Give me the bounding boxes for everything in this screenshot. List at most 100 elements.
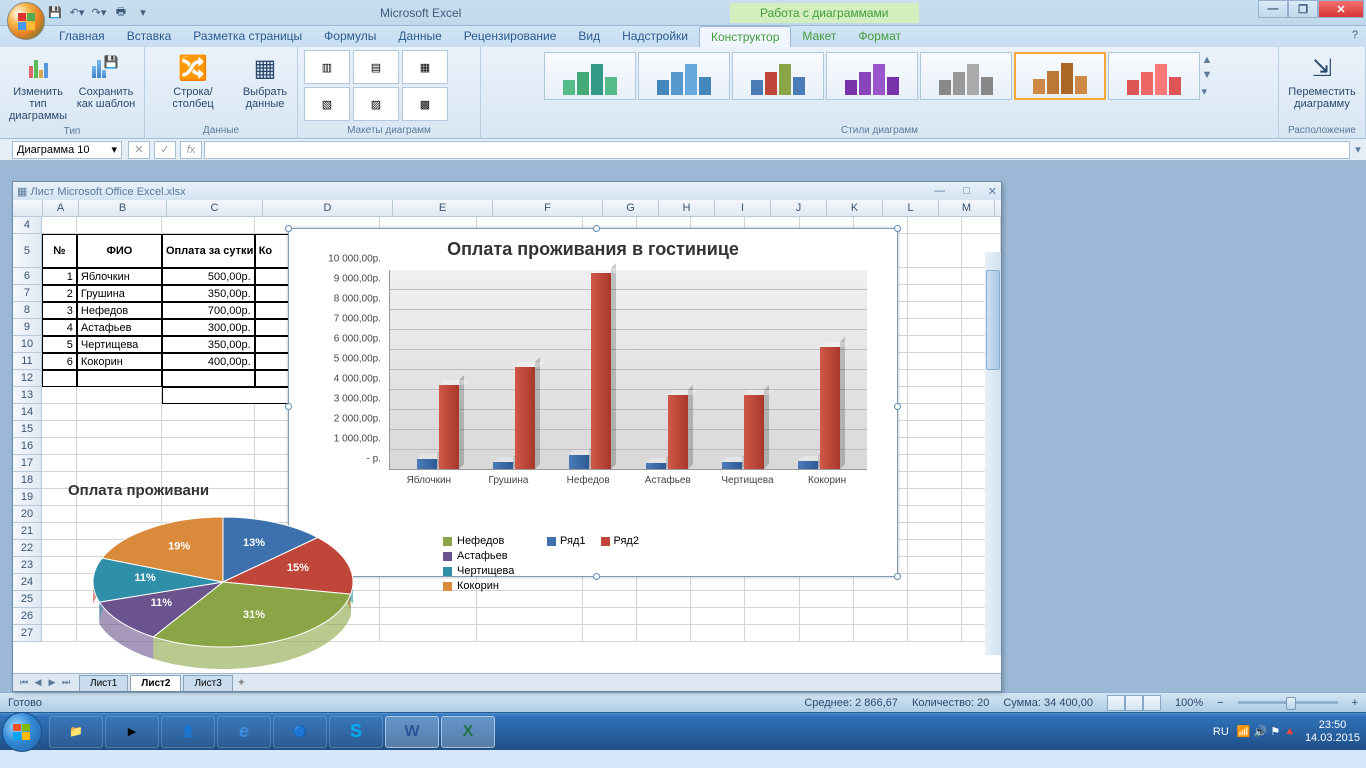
restore-button[interactable]: ❐: [1288, 0, 1318, 18]
vertical-scrollbar[interactable]: [985, 252, 1001, 655]
chart-style-item[interactable]: [920, 52, 1012, 100]
minimize-button[interactable]: —: [1258, 0, 1288, 18]
workbook-titlebar[interactable]: ▦ Лист Microsoft Office Excel.xlsx — □ ✕: [13, 182, 1001, 200]
horizontal-scrollbar[interactable]: [266, 676, 1001, 690]
enter-icon[interactable]: ✓: [154, 141, 176, 159]
column-headers[interactable]: ABCDEFGHIJKLM: [13, 200, 1001, 217]
tab-pagelayout[interactable]: Разметка страницы: [182, 26, 313, 47]
tab-review[interactable]: Рецензирование: [453, 26, 568, 47]
formula-input[interactable]: [204, 141, 1350, 159]
new-sheet-icon[interactable]: ✦: [237, 676, 246, 689]
task-user[interactable]: 👤: [161, 716, 215, 748]
chart-style-item[interactable]: [544, 52, 636, 100]
tray-icons[interactable]: 📶 🔊 ⚑ 🔺: [1237, 725, 1297, 738]
prev-sheet-icon[interactable]: ◀: [31, 677, 45, 688]
tab-view[interactable]: Вид: [567, 26, 611, 47]
group-styles: ▲▼▾ Стили диаграмм: [481, 47, 1279, 138]
tab-design[interactable]: Конструктор: [699, 26, 791, 47]
task-excel[interactable]: X: [441, 716, 495, 748]
undo-icon[interactable]: ↶▾: [70, 6, 84, 20]
wb-maximize-icon[interactable]: □: [963, 185, 970, 198]
task-explorer[interactable]: 📁: [49, 716, 103, 748]
start-button[interactable]: [2, 712, 42, 752]
switch-rowcol-button[interactable]: 🔀 Строка/столбец: [151, 50, 235, 112]
pie-chart: 13%15%31%11%11%19%: [68, 507, 388, 673]
svg-text:31%: 31%: [243, 609, 265, 621]
app-title: Microsoft Excel: [380, 6, 461, 20]
name-box[interactable]: Диаграмма 10▾: [12, 141, 122, 159]
svg-text:11%: 11%: [151, 597, 173, 609]
task-skype[interactable]: S: [329, 716, 383, 748]
change-chart-type-button[interactable]: Изменить тип диаграммы: [6, 50, 70, 124]
qat-more-icon[interactable]: ▾: [136, 6, 150, 20]
close-button[interactable]: ✕: [1318, 0, 1364, 18]
tab-format[interactable]: Формат: [847, 26, 912, 47]
cancel-icon[interactable]: ✕: [128, 141, 150, 159]
lang-indicator[interactable]: RU: [1213, 726, 1229, 738]
status-sum: Сумма: 34 400,00: [1003, 697, 1093, 709]
sheet-tab[interactable]: Лист3: [183, 675, 232, 691]
print-icon[interactable]: 🖶: [114, 6, 128, 20]
svg-text:11%: 11%: [134, 572, 156, 584]
svg-text:13%: 13%: [243, 537, 265, 549]
status-average: Среднее: 2 866,67: [804, 697, 898, 709]
group-type: Изменить тип диаграммы 💾 Сохранить как ш…: [0, 47, 145, 138]
view-pagebreak-icon[interactable]: [1143, 695, 1161, 711]
tab-layout[interactable]: Макет: [791, 26, 847, 47]
office-button[interactable]: [7, 2, 45, 40]
tab-home[interactable]: Главная: [48, 26, 116, 47]
view-normal-icon[interactable]: [1107, 695, 1125, 711]
chart-style-item[interactable]: [826, 52, 918, 100]
chart-style-item[interactable]: [638, 52, 730, 100]
tray-clock[interactable]: 23:5014.03.2015: [1305, 719, 1360, 745]
workspace: ▦ Лист Microsoft Office Excel.xlsx — □ ✕…: [0, 161, 1366, 692]
zoom-level[interactable]: 100%: [1175, 697, 1203, 709]
save-icon[interactable]: 💾: [48, 6, 62, 20]
expand-formula-icon[interactable]: ▾: [1350, 143, 1366, 156]
chart-plot[interactable]: [389, 270, 867, 470]
group-layouts: ▥ ▤ ▦ ▧ ▨ ▩ Макеты диаграмм: [298, 47, 481, 138]
tab-data[interactable]: Данные: [387, 26, 452, 47]
task-ie[interactable]: e: [217, 716, 271, 748]
wb-close-icon[interactable]: ✕: [988, 185, 997, 198]
layout-item[interactable]: ▤: [353, 50, 399, 84]
zoom-out-icon[interactable]: −: [1217, 697, 1223, 709]
fx-icon[interactable]: fx: [180, 141, 202, 159]
zoom-slider[interactable]: [1238, 701, 1338, 704]
layout-item[interactable]: ▩: [402, 87, 448, 121]
tab-formulas[interactable]: Формулы: [313, 26, 387, 47]
tab-addins[interactable]: Надстройки: [611, 26, 699, 47]
chart-style-item[interactable]: [732, 52, 824, 100]
tab-insert[interactable]: Вставка: [116, 26, 183, 47]
pie-title: Оплата проживани: [68, 482, 418, 499]
layout-item[interactable]: ▧: [304, 87, 350, 121]
y-axis: - р.1 000,00р.2 000,00р.3 000,00р.4 000,…: [309, 270, 384, 470]
sheet-body[interactable]: 45№ФИООплата за суткиКо61Яблочкин500,00р…: [13, 217, 1001, 673]
layout-item[interactable]: ▦: [402, 50, 448, 84]
sheet-tab[interactable]: Лист2: [130, 675, 181, 691]
dropdown-icon[interactable]: ▾: [111, 143, 117, 156]
switch-rowcol-icon: 🔀: [177, 52, 209, 84]
zoom-in-icon[interactable]: +: [1352, 697, 1358, 709]
next-sheet-icon[interactable]: ▶: [45, 677, 59, 688]
layout-item[interactable]: ▨: [353, 87, 399, 121]
task-word[interactable]: W: [385, 716, 439, 748]
first-sheet-icon[interactable]: ⏮: [17, 677, 31, 688]
pie-chart-object[interactable]: Оплата проживани 13%15%31%11%11%19% Нефе…: [68, 482, 418, 667]
save-template-icon: 💾: [90, 52, 122, 84]
chart-style-item[interactable]: [1014, 52, 1106, 100]
save-template-button[interactable]: 💾 Сохранить как шаблон: [74, 50, 138, 112]
layout-item[interactable]: ▥: [304, 50, 350, 84]
task-chrome[interactable]: 🔵: [273, 716, 327, 748]
redo-icon[interactable]: ↷▾: [92, 6, 106, 20]
sheet-tab[interactable]: Лист1: [79, 675, 128, 691]
view-pagelayout-icon[interactable]: [1125, 695, 1143, 711]
wb-minimize-icon[interactable]: —: [934, 185, 945, 198]
last-sheet-icon[interactable]: ⏭: [59, 677, 73, 688]
task-mediaplayer[interactable]: ▶: [105, 716, 159, 748]
help-icon[interactable]: ?: [1344, 26, 1366, 47]
move-chart-button[interactable]: ⇲ Переместить диаграмму: [1285, 50, 1359, 112]
select-data-button[interactable]: ▦ Выбрать данные: [239, 50, 291, 112]
chart-style-item[interactable]: [1108, 52, 1200, 100]
system-tray[interactable]: RU 📶 🔊 ⚑ 🔺 23:5014.03.2015: [1213, 719, 1364, 745]
